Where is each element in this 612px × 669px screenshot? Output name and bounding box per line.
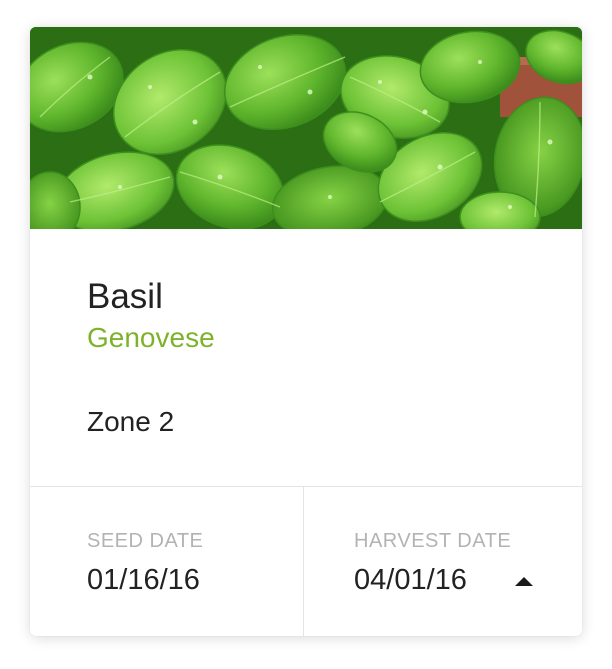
plant-variety: Genovese — [87, 322, 215, 353]
plant-photo — [30, 27, 582, 229]
seed-date-label: SEED DATE — [87, 530, 204, 552]
seed-date-column: SEED DATE 01/16/16 — [30, 487, 304, 636]
plant-card[interactable]: Basil Genovese Zone 2 SEED DATE 01/16/16… — [30, 27, 582, 636]
plant-zone: Zone 2 — [87, 406, 175, 437]
caret-shape — [515, 576, 533, 586]
basil-leaves-illustration — [30, 27, 582, 229]
harvest-date-label: HARVEST DATE — [354, 530, 512, 552]
harvest-date-column: HARVEST DATE 04/01/16 — [304, 487, 582, 636]
harvest-date-value: 04/01/16 — [354, 564, 467, 596]
dates-section: SEED DATE 01/16/16 HARVEST DATE 04/01/16 — [30, 486, 582, 636]
plant-info: Basil Genovese Zone 2 — [30, 229, 582, 486]
plant-name: Basil — [87, 277, 163, 316]
caret-up-icon[interactable] — [510, 567, 538, 595]
seed-date-value: 01/16/16 — [87, 564, 200, 596]
